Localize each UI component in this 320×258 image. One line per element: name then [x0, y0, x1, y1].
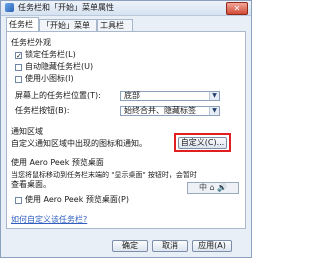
- small-icons-checkbox[interactable]: [15, 76, 22, 83]
- taskbar-buttons-dropdown[interactable]: 始终合并、隐藏标签 ▼: [120, 106, 220, 116]
- aero-peek-heading: 使用 Aero Peek 预览桌面: [11, 158, 104, 167]
- taskbar-tab-panel: 任务栏外观 ✓ 锁定任务栏(L) 自动隐藏任务栏(U) 使用小图标(I) 屏幕上…: [6, 31, 246, 229]
- taskbar-buttons-label: 任务栏按钮(B):: [15, 106, 70, 115]
- window-app-icon: [5, 3, 14, 12]
- taskbar-properties-window: 任务栏和「开始」菜单属性 ✕ 任务栏 「开始」菜单 工具栏 任务栏外观 ✓ 锁定…: [0, 0, 252, 258]
- aero-peek-description-line1: 当您将鼠标移动到任务栏末端的 "显示桌面" 按钮时，会暂时: [11, 171, 197, 179]
- taskbar-position-dropdown[interactable]: 底部 ▼: [120, 91, 220, 101]
- close-button[interactable]: ✕: [226, 2, 248, 15]
- dialog-footer: 确定 取消 应用(A): [1, 237, 251, 257]
- appearance-heading: 任务栏外观: [11, 38, 51, 47]
- tab-taskbar[interactable]: 任务栏: [6, 17, 39, 32]
- chevron-down-icon: ▼: [209, 92, 219, 100]
- tab-start-menu[interactable]: 「开始」菜单: [39, 19, 97, 31]
- lock-taskbar-checkbox[interactable]: ✓: [15, 52, 22, 60]
- tray-preview-image: 中 ⌂ 🔊: [187, 182, 239, 194]
- ok-button[interactable]: 确定: [112, 240, 148, 252]
- taskbar-buttons-value: 始终合并、隐藏标签: [124, 106, 196, 115]
- aero-peek-checkbox[interactable]: [15, 197, 22, 204]
- small-icons-label[interactable]: 使用小图标(I): [25, 74, 74, 84]
- notification-area-heading: 通知区域: [11, 127, 43, 136]
- auto-hide-label[interactable]: 自动隐藏任务栏(U): [25, 62, 93, 72]
- customize-notification-button[interactable]: 自定义(C)...: [178, 137, 227, 149]
- auto-hide-checkbox[interactable]: [15, 64, 22, 71]
- tab-toolbars[interactable]: 工具栏: [97, 19, 133, 31]
- taskbar-position-value: 底部: [124, 91, 140, 100]
- aero-peek-checkbox-label[interactable]: 使用 Aero Peek 预览桌面(P): [25, 195, 129, 205]
- help-link[interactable]: 如何自定义该任务栏?: [11, 215, 87, 225]
- aero-peek-description-line2: 查看桌面。: [11, 180, 51, 189]
- notification-area-description: 自定义通知区域中出现的图标和通知。: [11, 139, 147, 148]
- title-bar: 任务栏和「开始」菜单属性 ✕: [1, 1, 251, 16]
- taskbar-position-label: 屏幕上的任务栏位置(T):: [15, 91, 101, 100]
- lock-taskbar-label[interactable]: 锁定任务栏(L): [25, 50, 76, 60]
- cancel-button[interactable]: 取消: [152, 240, 188, 252]
- chevron-down-icon: ▼: [209, 107, 219, 115]
- apply-button[interactable]: 应用(A): [192, 240, 232, 252]
- window-title: 任务栏和「开始」菜单属性: [18, 3, 114, 12]
